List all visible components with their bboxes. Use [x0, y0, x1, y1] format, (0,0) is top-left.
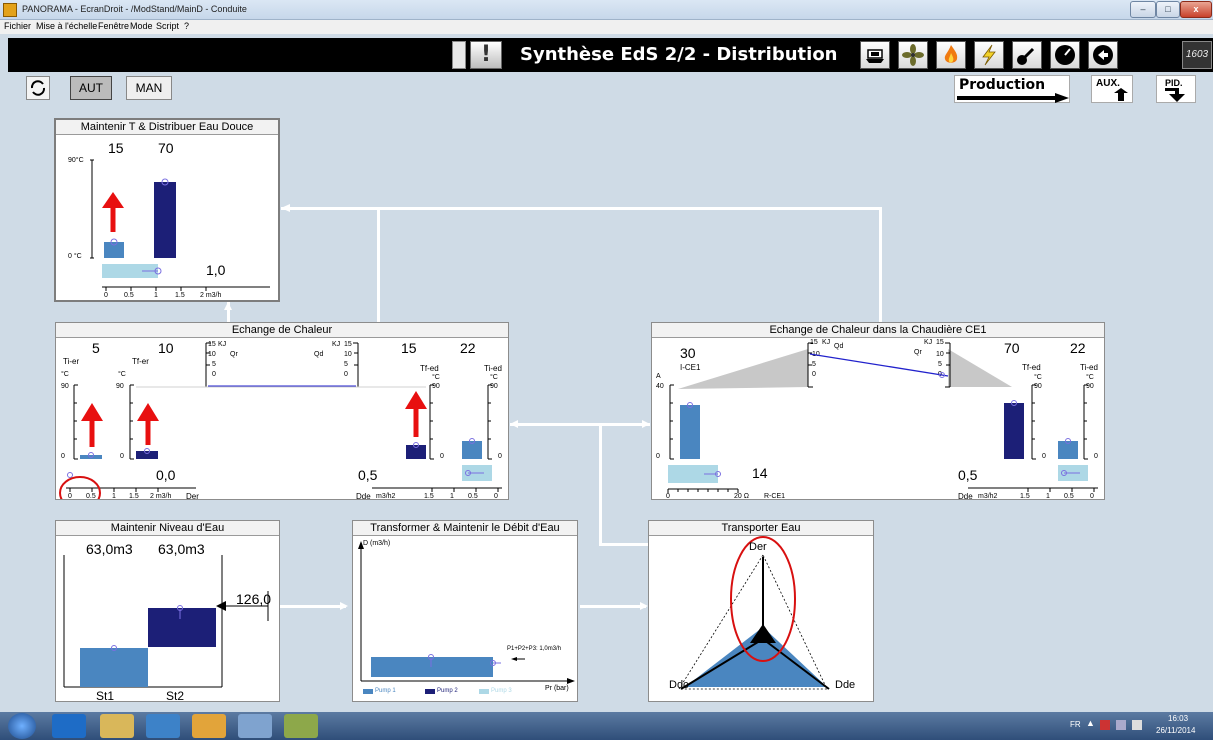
tray-chevron-icon[interactable]: ▲ [1086, 718, 1095, 728]
start-button[interactable] [8, 713, 36, 739]
tray-network-icon[interactable] [1116, 720, 1126, 730]
taskbar-explorer-icon[interactable] [100, 714, 134, 738]
taskbar-window-icon[interactable] [238, 714, 272, 738]
taskbar: FR ▲ 16:03 26/11/2014 [0, 712, 1213, 740]
taskbar-media-icon[interactable] [146, 714, 180, 738]
flow-arrows [224, 204, 650, 610]
taskbar-app-icon[interactable] [192, 714, 226, 738]
taskbar-panorama-icon[interactable] [284, 714, 318, 738]
taskbar-time[interactable]: 16:03 [1168, 714, 1188, 723]
taskbar-ie-icon[interactable] [52, 714, 86, 738]
tray-flag-icon[interactable] [1100, 720, 1110, 730]
taskbar-date[interactable]: 26/11/2014 [1156, 726, 1195, 735]
tray-volume-icon[interactable] [1132, 720, 1142, 730]
language-indicator[interactable]: FR [1070, 720, 1081, 729]
